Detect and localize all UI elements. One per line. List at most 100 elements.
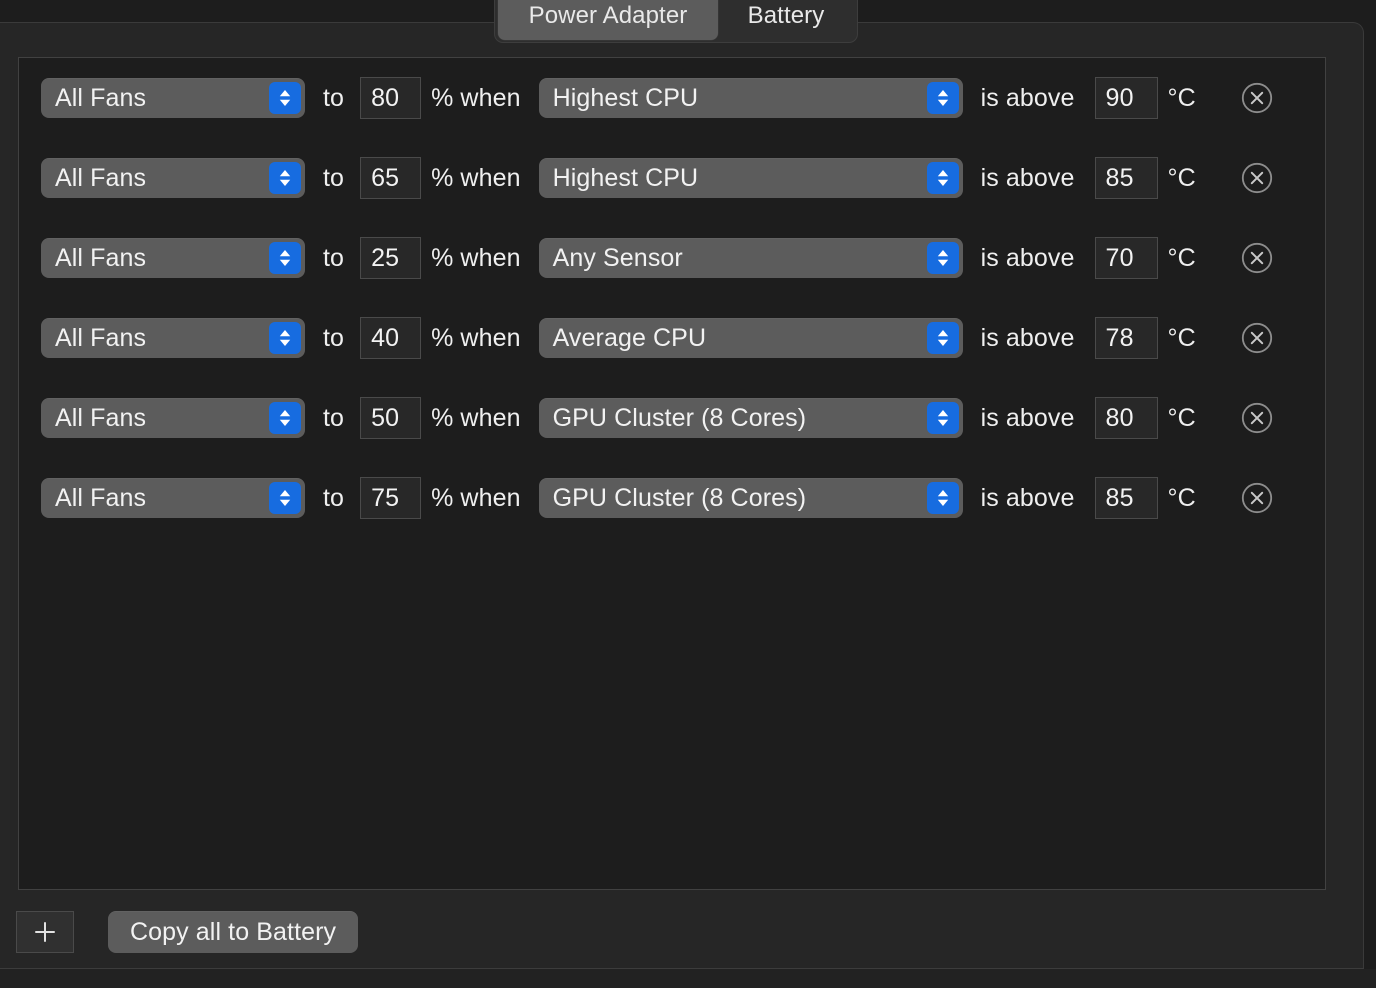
label-to: to <box>323 84 344 113</box>
chevron-up-down-icon[interactable] <box>927 322 959 354</box>
chevron-up-down-icon[interactable] <box>269 402 301 434</box>
label-is-above: is above <box>981 324 1075 353</box>
fan-speed-input[interactable]: 80 <box>360 77 421 119</box>
fan-rule-row: All Fans to 40 % when Average CPU is abo… <box>19 298 1325 378</box>
temperature-value: 80 <box>1106 404 1134 433</box>
chevron-up-down-icon[interactable] <box>927 242 959 274</box>
sensor-select-label: GPU Cluster (8 Cores) <box>539 484 807 513</box>
label-to: to <box>323 324 344 353</box>
fan-select[interactable]: All Fans <box>41 78 305 118</box>
fan-rule-row: All Fans to 80 % when Highest CPU is abo… <box>19 58 1325 138</box>
fan-rule-row: All Fans to 65 % when Highest CPU is abo… <box>19 138 1325 218</box>
bottom-strip <box>0 969 1376 988</box>
remove-circle-icon[interactable] <box>1240 481 1274 515</box>
label-is-above: is above <box>981 484 1075 513</box>
tab-power-adapter-label: Power Adapter <box>529 2 688 30</box>
fan-select[interactable]: All Fans <box>41 398 305 438</box>
label-is-above: is above <box>981 404 1075 433</box>
temperature-value: 90 <box>1106 84 1134 113</box>
sensor-select[interactable]: GPU Cluster (8 Cores) <box>539 398 963 438</box>
temperature-input[interactable]: 80 <box>1095 397 1158 439</box>
remove-circle-icon[interactable] <box>1240 161 1274 195</box>
fan-rule-row: All Fans to 50 % when GPU Cluster (8 Cor… <box>19 378 1325 458</box>
temperature-value: 85 <box>1106 484 1134 513</box>
fan-speed-input[interactable]: 40 <box>360 317 421 359</box>
label-percent-when: % when <box>431 404 521 433</box>
fan-speed-value: 80 <box>371 84 399 113</box>
tab-battery[interactable]: Battery <box>718 0 854 40</box>
fan-speed-input[interactable]: 75 <box>360 477 421 519</box>
label-degrees-celsius: °C <box>1168 484 1196 513</box>
remove-circle-icon[interactable] <box>1240 321 1274 355</box>
chevron-up-down-icon[interactable] <box>269 482 301 514</box>
footer-toolbar: Copy all to Battery <box>16 911 358 953</box>
fan-select-label: All Fans <box>41 244 146 273</box>
fan-select[interactable]: All Fans <box>41 238 305 278</box>
fan-select-label: All Fans <box>41 484 146 513</box>
sensor-select[interactable]: Average CPU <box>539 318 963 358</box>
chevron-up-down-icon[interactable] <box>927 82 959 114</box>
copy-all-to-battery-button[interactable]: Copy all to Battery <box>108 911 358 953</box>
chevron-up-down-icon[interactable] <box>269 162 301 194</box>
sensor-select-label: Any Sensor <box>539 244 683 273</box>
sensor-select[interactable]: Highest CPU <box>539 158 963 198</box>
temperature-value: 85 <box>1106 164 1134 193</box>
fan-speed-value: 40 <box>371 324 399 353</box>
fan-select-label: All Fans <box>41 404 146 433</box>
temperature-input[interactable]: 85 <box>1095 477 1158 519</box>
temperature-value: 78 <box>1106 324 1134 353</box>
fan-speed-value: 65 <box>371 164 399 193</box>
label-to: to <box>323 164 344 193</box>
label-degrees-celsius: °C <box>1168 324 1196 353</box>
label-percent-when: % when <box>431 164 521 193</box>
fan-select[interactable]: All Fans <box>41 158 305 198</box>
tab-battery-label: Battery <box>748 2 825 30</box>
fan-select[interactable]: All Fans <box>41 478 305 518</box>
chevron-up-down-icon[interactable] <box>927 162 959 194</box>
label-degrees-celsius: °C <box>1168 404 1196 433</box>
chevron-up-down-icon[interactable] <box>269 82 301 114</box>
sensor-select[interactable]: Any Sensor <box>539 238 963 278</box>
sensor-select-label: GPU Cluster (8 Cores) <box>539 404 807 433</box>
remove-circle-icon[interactable] <box>1240 241 1274 275</box>
label-to: to <box>323 244 344 273</box>
label-percent-when: % when <box>431 484 521 513</box>
sensor-select-label: Highest CPU <box>539 84 699 113</box>
chevron-up-down-icon[interactable] <box>927 402 959 434</box>
sensor-select-label: Highest CPU <box>539 164 699 193</box>
remove-circle-icon[interactable] <box>1240 81 1274 115</box>
chevron-up-down-icon[interactable] <box>269 322 301 354</box>
label-to: to <box>323 484 344 513</box>
temperature-input[interactable]: 90 <box>1095 77 1158 119</box>
label-percent-when: % when <box>431 244 521 273</box>
chevron-up-down-icon[interactable] <box>269 242 301 274</box>
label-degrees-celsius: °C <box>1168 164 1196 193</box>
fan-rule-row: All Fans to 75 % when GPU Cluster (8 Cor… <box>19 458 1325 538</box>
fan-speed-input[interactable]: 50 <box>360 397 421 439</box>
fan-select-label: All Fans <box>41 324 146 353</box>
temperature-input[interactable]: 70 <box>1095 237 1158 279</box>
plus-icon <box>32 919 58 945</box>
add-rule-button[interactable] <box>16 911 74 953</box>
sensor-select[interactable]: Highest CPU <box>539 78 963 118</box>
label-is-above: is above <box>981 244 1075 273</box>
fan-select[interactable]: All Fans <box>41 318 305 358</box>
remove-circle-icon[interactable] <box>1240 401 1274 435</box>
fan-select-label: All Fans <box>41 84 146 113</box>
chevron-up-down-icon[interactable] <box>927 482 959 514</box>
fan-rules-list: All Fans to 80 % when Highest CPU is abo… <box>19 58 1325 538</box>
fan-control-window: Power Adapter Battery All Fans to 80 <box>0 0 1376 988</box>
fan-speed-input[interactable]: 25 <box>360 237 421 279</box>
sensor-select[interactable]: GPU Cluster (8 Cores) <box>539 478 963 518</box>
temperature-input[interactable]: 85 <box>1095 157 1158 199</box>
label-degrees-celsius: °C <box>1168 244 1196 273</box>
temperature-input[interactable]: 78 <box>1095 317 1158 359</box>
fan-speed-input[interactable]: 65 <box>360 157 421 199</box>
label-is-above: is above <box>981 164 1075 193</box>
sensor-select-label: Average CPU <box>539 324 707 353</box>
fan-speed-value: 25 <box>371 244 399 273</box>
label-percent-when: % when <box>431 84 521 113</box>
tab-power-adapter[interactable]: Power Adapter <box>498 0 718 40</box>
fan-speed-value: 50 <box>371 404 399 433</box>
fan-rule-row: All Fans to 25 % when Any Sensor is abov… <box>19 218 1325 298</box>
